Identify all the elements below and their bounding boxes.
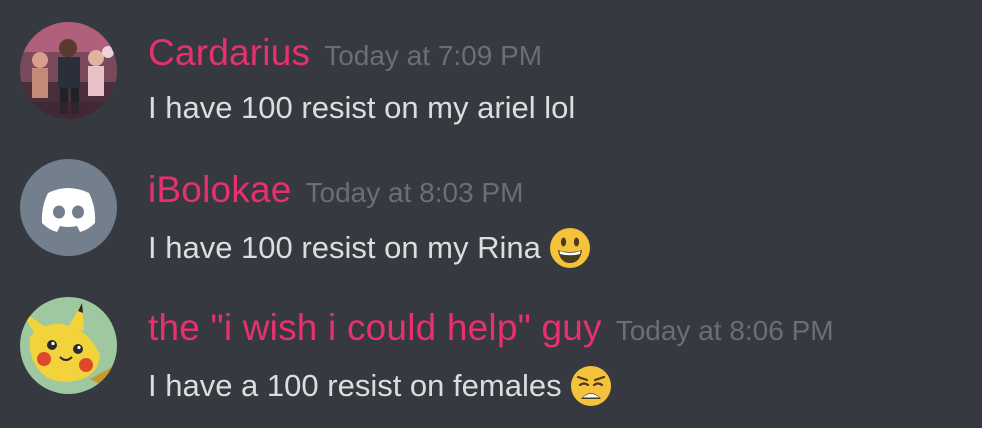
discord-default-avatar-icon <box>20 159 117 256</box>
user-avatar[interactable] <box>20 159 117 256</box>
username[interactable]: Cardarius <box>148 32 310 73</box>
message-header: iBolokae Today at 8:03 PM <box>148 169 523 211</box>
message-item: iBolokae Today at 8:03 PM I have 100 resi… <box>0 147 982 277</box>
message-content: I have 100 resist on my ariel lol <box>148 90 575 126</box>
message-item: Cardarius Today at 7:09 PM I have 100 res… <box>0 10 982 140</box>
message-item: the "i wish i could help" guy Today at 8:… <box>0 285 982 415</box>
message-content: I have a 100 resist on females <box>148 365 612 407</box>
grinning-face-icon <box>549 227 591 269</box>
timestamp: Today at 8:06 PM <box>615 315 834 346</box>
username[interactable]: iBolokae <box>148 169 292 210</box>
timestamp: Today at 7:09 PM <box>324 40 543 71</box>
message-content: I have 100 resist on my Rina <box>148 227 591 269</box>
username[interactable]: the "i wish i could help" guy <box>148 307 602 348</box>
message-text: I have 100 resist on my Rina <box>148 230 541 265</box>
user-avatar[interactable] <box>20 22 117 119</box>
weary-face-icon <box>570 365 612 407</box>
user-avatar[interactable] <box>20 297 117 394</box>
chat-messages: Cardarius Today at 7:09 PM I have 100 res… <box>0 0 982 428</box>
message-text: I have 100 resist on my ariel lol <box>148 90 576 125</box>
message-header: Cardarius Today at 7:09 PM <box>148 32 542 74</box>
timestamp: Today at 8:03 PM <box>305 177 524 208</box>
message-text: I have a 100 resist on females <box>148 368 562 403</box>
pikachu-avatar-icon <box>20 297 117 394</box>
photo-avatar-icon <box>20 22 117 119</box>
message-header: the "i wish i could help" guy Today at 8:… <box>148 307 834 349</box>
